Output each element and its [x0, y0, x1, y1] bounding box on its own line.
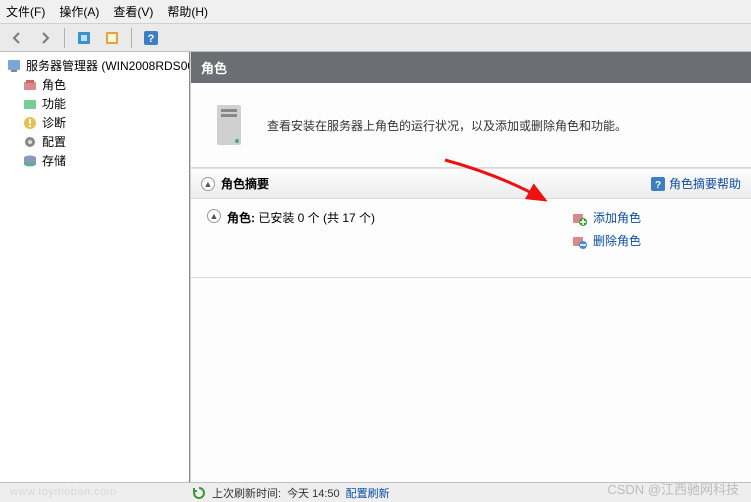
tree-storage-label: 存储: [42, 152, 66, 169]
main-area: 服务器管理器 (WIN2008RDS001) 角色 功能 诊断 配置: [0, 52, 751, 482]
intro-text: 查看安装在服务器上角色的运行状况，以及添加或删除角色和功能。: [267, 117, 627, 134]
tree-features[interactable]: 功能: [4, 94, 189, 113]
content-pane: 角色 查看安装在服务器上角色的运行状况，以及添加或删除角色和功能。 ▲ 角色摘要…: [190, 52, 751, 482]
svg-text:?: ?: [148, 33, 155, 45]
watermark-left: www.toymoban.com: [10, 486, 116, 498]
tree-diagnostics[interactable]: 诊断: [4, 113, 189, 132]
roles-actions: 添加角色 删除角色: [571, 209, 741, 249]
refresh-button[interactable]: [73, 27, 95, 49]
help-icon: ?: [651, 177, 665, 191]
toolbar-separator: [131, 28, 132, 48]
last-refresh-label: 上次刷新时间:: [212, 485, 281, 501]
remove-role-icon: [571, 233, 587, 249]
section-title: 角色摘要: [221, 175, 645, 192]
tree-root[interactable]: 服务器管理器 (WIN2008RDS001): [4, 56, 189, 75]
remove-role-label: 删除角色: [593, 232, 641, 249]
help-button[interactable]: ?: [140, 27, 162, 49]
back-button[interactable]: [6, 27, 28, 49]
menu-file[interactable]: 文件(F): [6, 3, 45, 20]
roles-value: 已安装 0 个 (共 17 个): [258, 211, 375, 225]
content-header: 角色: [191, 52, 751, 83]
server-manager-icon: [6, 58, 22, 74]
tree-config-label: 配置: [42, 133, 66, 150]
storage-icon: [22, 153, 38, 169]
tree-roles-label: 角色: [42, 76, 66, 93]
tree-roles[interactable]: 角色: [4, 75, 189, 94]
toolbar-separator: [64, 28, 65, 48]
tree-root-label: 服务器管理器 (WIN2008RDS001): [26, 57, 190, 74]
add-role-label: 添加角色: [593, 209, 641, 226]
tree-diagnostics-label: 诊断: [42, 114, 66, 131]
menu-action[interactable]: 操作(A): [59, 3, 99, 20]
server-tower-icon: [211, 101, 251, 149]
refresh-status-icon: [192, 486, 206, 500]
collapse-icon[interactable]: ▲: [201, 177, 215, 191]
section-body: ▲ 角色: 已安装 0 个 (共 17 个) 添加角色 删除角色: [191, 199, 751, 278]
section-header: ▲ 角色摘要 ? 角色摘要帮助: [191, 169, 751, 199]
collapse-icon[interactable]: ▲: [207, 209, 221, 223]
roles-status: ▲ 角色: 已安装 0 个 (共 17 个): [201, 209, 571, 249]
forward-button[interactable]: [34, 27, 56, 49]
menubar: 文件(F) 操作(A) 查看(V) 帮助(H): [0, 0, 751, 24]
roles-label: 角色:: [227, 211, 255, 225]
features-icon: [22, 96, 38, 112]
intro-section: 查看安装在服务器上角色的运行状况，以及添加或删除角色和功能。: [191, 83, 751, 168]
roles-icon: [22, 77, 38, 93]
svg-text:?: ?: [655, 180, 661, 191]
toolbar: ?: [0, 24, 751, 52]
config-refresh-link[interactable]: 配置刷新: [346, 485, 390, 501]
menu-help[interactable]: 帮助(H): [167, 3, 208, 20]
roles-summary-section: ▲ 角色摘要 ? 角色摘要帮助 ▲ 角色: 已安装 0 个 (共 17 个): [191, 168, 751, 278]
add-role-link[interactable]: 添加角色: [571, 209, 741, 226]
properties-button[interactable]: [101, 27, 123, 49]
menu-view[interactable]: 查看(V): [113, 3, 153, 20]
tree-config[interactable]: 配置: [4, 132, 189, 151]
remove-role-link[interactable]: 删除角色: [571, 232, 741, 249]
tree-storage[interactable]: 存储: [4, 151, 189, 170]
last-refresh-time: 今天 14:50: [287, 485, 340, 501]
config-icon: [22, 134, 38, 150]
add-role-icon: [571, 210, 587, 226]
tree-features-label: 功能: [42, 95, 66, 112]
summary-help-label: 角色摘要帮助: [669, 175, 741, 192]
watermark-right: CSDN @江西驰网科技: [607, 479, 739, 498]
diagnostics-icon: [22, 115, 38, 131]
navigation-tree: 服务器管理器 (WIN2008RDS001) 角色 功能 诊断 配置: [0, 52, 190, 482]
summary-help-link[interactable]: ? 角色摘要帮助: [651, 175, 741, 192]
